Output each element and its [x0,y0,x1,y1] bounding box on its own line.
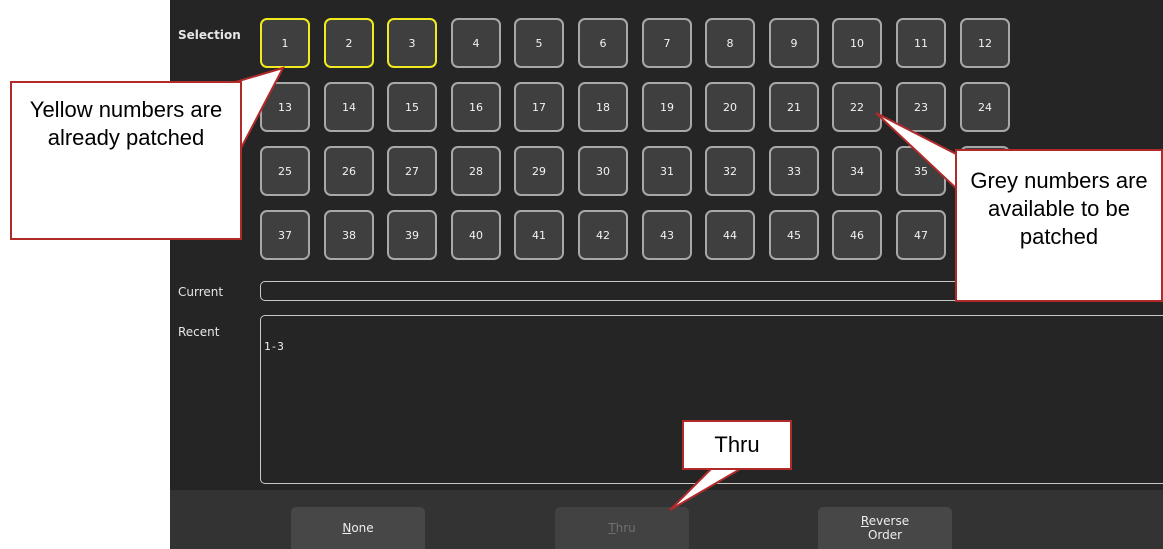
channel-button-40[interactable]: 40 [451,210,501,260]
channel-button-22[interactable]: 22 [832,82,882,132]
channel-button-44[interactable]: 44 [705,210,755,260]
recent-label: Recent [178,325,220,339]
channel-button-10[interactable]: 10 [832,18,882,68]
thru-label: hru [615,521,636,535]
channel-button-25[interactable]: 25 [260,146,310,196]
channel-button-35[interactable]: 35 [896,146,946,196]
selection-label: Selection [178,28,241,42]
channel-button-18[interactable]: 18 [578,82,628,132]
channel-button-34[interactable]: 34 [832,146,882,196]
channel-button-8[interactable]: 8 [705,18,755,68]
reverse-order-button[interactable]: Reverse Order [818,507,952,549]
reverse-mnemonic: R [860,514,869,528]
channel-button-27[interactable]: 27 [387,146,437,196]
channel-button-30[interactable]: 30 [578,146,628,196]
channel-button-15[interactable]: 15 [387,82,437,132]
thru-mnemonic: T [608,521,616,535]
none-mnemonic: N [342,521,352,535]
channel-button-23[interactable]: 23 [896,82,946,132]
channel-button-6[interactable]: 6 [578,18,628,68]
channel-button-41[interactable]: 41 [514,210,564,260]
channel-button-42[interactable]: 42 [578,210,628,260]
channel-button-24[interactable]: 24 [960,82,1010,132]
reverse-label-line2: Order [867,528,903,542]
channel-button-16[interactable]: 16 [451,82,501,132]
softkey-bar: None Thru Reverse Order [170,490,1163,549]
channel-button-32[interactable]: 32 [705,146,755,196]
current-label: Current [178,285,224,299]
channel-button-21[interactable]: 21 [769,82,819,132]
grey-numbers-callout: Grey numbers are available to be patched [955,149,1163,302]
channel-button-47[interactable]: 47 [896,210,946,260]
channel-button-28[interactable]: 28 [451,146,501,196]
channel-button-13[interactable]: 13 [260,82,310,132]
channel-button-31[interactable]: 31 [642,146,692,196]
recent-value: 1-3 [264,340,284,353]
channel-button-39[interactable]: 39 [387,210,437,260]
channel-button-19[interactable]: 19 [642,82,692,132]
channel-button-33[interactable]: 33 [769,146,819,196]
channel-button-29[interactable]: 29 [514,146,564,196]
channel-button-9[interactable]: 9 [769,18,819,68]
channel-button-46[interactable]: 46 [832,210,882,260]
none-label: one [351,521,374,535]
channel-button-17[interactable]: 17 [514,82,564,132]
channel-button-2[interactable]: 2 [324,18,374,68]
channel-button-3[interactable]: 3 [387,18,437,68]
channel-button-45[interactable]: 45 [769,210,819,260]
channel-button-5[interactable]: 5 [514,18,564,68]
yellow-numbers-callout: Yellow numbers are already patched [10,81,242,240]
channel-button-7[interactable]: 7 [642,18,692,68]
none-button[interactable]: None [291,507,425,549]
reverse-label: everse [868,514,910,528]
channel-button-12[interactable]: 12 [960,18,1010,68]
channel-button-43[interactable]: 43 [642,210,692,260]
channel-button-20[interactable]: 20 [705,82,755,132]
channel-button-37[interactable]: 37 [260,210,310,260]
channel-button-11[interactable]: 11 [896,18,946,68]
channel-button-14[interactable]: 14 [324,82,374,132]
channel-button-4[interactable]: 4 [451,18,501,68]
thru-callout: Thru [682,420,792,470]
channel-button-1[interactable]: 1 [260,18,310,68]
channel-button-38[interactable]: 38 [324,210,374,260]
channel-button-26[interactable]: 26 [324,146,374,196]
thru-button[interactable]: Thru [555,507,689,549]
